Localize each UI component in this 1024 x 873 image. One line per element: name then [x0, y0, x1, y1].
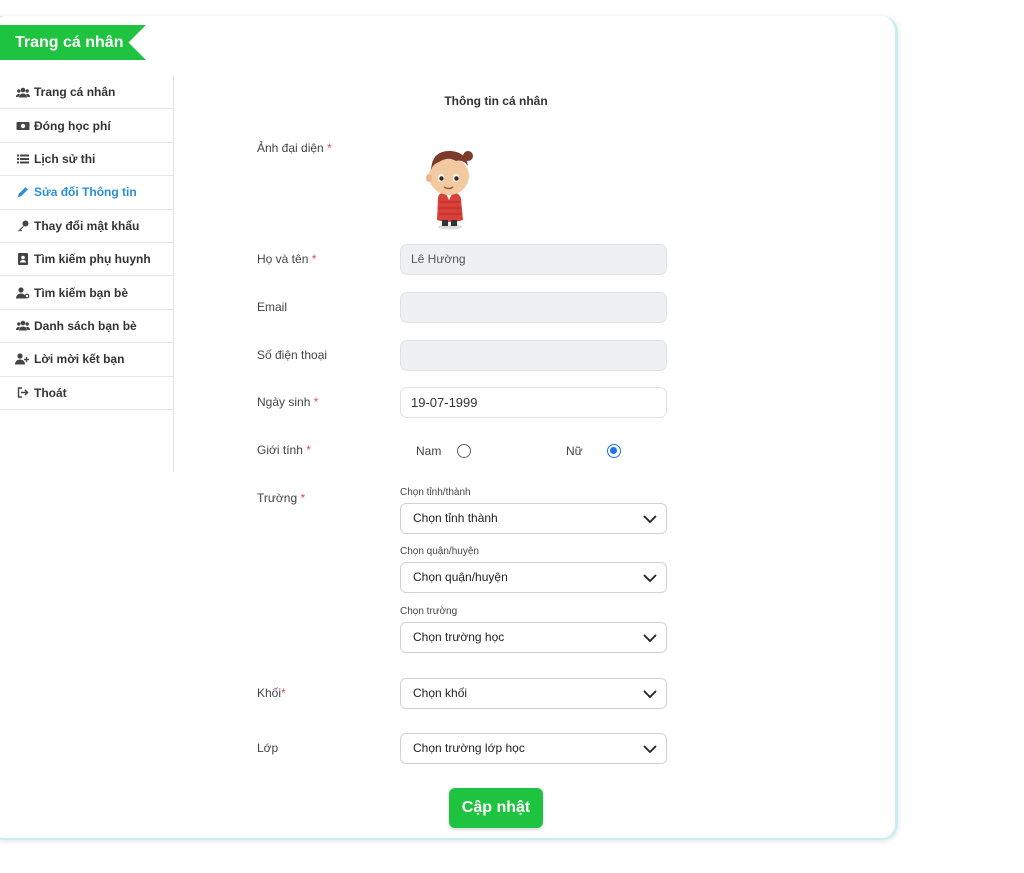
required-mark: * [306, 443, 311, 457]
sidebar-item-label: Tìm kiếm phụ huynh [34, 252, 151, 267]
email-label: Email [257, 300, 288, 314]
name-label: Họ và tên * [257, 252, 317, 266]
sidebar-item-friend-requests[interactable]: Lời mời kết bạn [0, 343, 173, 377]
required-mark: * [281, 686, 286, 700]
update-button[interactable]: Cập nhật [449, 788, 543, 828]
avatar-label: Ảnh đại diện * [257, 141, 332, 155]
grade-label: Khối* [257, 686, 286, 700]
district-label: Chọn quận/huyện [400, 546, 479, 557]
phone-field[interactable] [400, 340, 667, 371]
chevron-down-icon [643, 574, 657, 583]
required-mark: * [311, 252, 317, 266]
sidebar-item-label: Tìm kiếm bạn bè [34, 285, 129, 300]
users-icon [15, 320, 30, 331]
sidebar-item-exam-history[interactable]: Lịch sử thi [0, 143, 173, 177]
province-select-value: Chọn tỉnh thành [413, 511, 498, 525]
phone-label: Số điện thoại [257, 348, 328, 362]
chevron-down-icon [643, 690, 657, 699]
sidebar-item-change-password[interactable]: Thay đổi mật khẩu [0, 210, 173, 243]
sidebar-nav: Trang cá nhân Đóng học phí Lịch sử thi S… [0, 76, 174, 472]
pencil-icon [15, 186, 30, 198]
sidebar-item-logout[interactable]: Thoát [0, 377, 173, 410]
key-icon [15, 220, 30, 232]
sidebar-item-label: Thoát [34, 385, 67, 400]
gender-label: Giới tính * [257, 443, 311, 457]
sidebar-item-label: Đóng học phí [34, 118, 111, 133]
sidebar-item-label: Thay đổi mật khẩu [34, 218, 140, 233]
grade-select-value: Chọn khối [413, 686, 468, 700]
sidebar-item-label: Lịch sử thi [34, 151, 96, 166]
dob-field[interactable]: 19-07-1999 [400, 387, 667, 418]
user-plus-icon [15, 353, 30, 365]
chevron-down-icon [643, 515, 657, 524]
dob-label: Ngày sinh * [257, 395, 319, 409]
district-select-value: Chọn quận/huyện [413, 570, 508, 584]
required-mark: * [327, 141, 332, 155]
sidebar-item-friend-list[interactable]: Danh sách bạn bè [0, 310, 173, 344]
class-select[interactable]: Chọn trường lớp học [400, 733, 667, 764]
page-title-banner: Trang cá nhân [0, 25, 146, 60]
sidebar-item-label: Sửa đổi Thông tin [34, 185, 137, 200]
class-select-value: Chọn trường lớp học [413, 741, 525, 755]
form-title: Thông tin cá nhân [444, 94, 548, 108]
user-search-icon [15, 286, 30, 299]
sidebar-item-label: Lời mời kết bạn [34, 352, 125, 367]
school-select-value: Chọn trường học [413, 630, 505, 644]
name-field[interactable]: Lê Hường [400, 244, 667, 275]
gender-female-radio[interactable] [607, 444, 621, 458]
email-field[interactable] [400, 292, 667, 323]
sidebar-item-label: Danh sách bạn bè [34, 318, 137, 333]
class-label: Lớp [257, 741, 279, 755]
school-select[interactable]: Chọn trường học [400, 622, 667, 653]
required-mark: * [300, 491, 306, 505]
chevron-down-icon [643, 634, 657, 643]
province-select[interactable]: Chọn tỉnh thành [400, 503, 667, 534]
money-icon [15, 121, 30, 131]
list-icon [15, 154, 30, 164]
chevron-down-icon [643, 745, 657, 754]
contact-card-icon [15, 253, 30, 266]
sidebar-item-label: Trang cá nhân [34, 85, 116, 100]
school-label: Trường * [257, 491, 306, 505]
gender-female-label: Nữ [566, 444, 583, 458]
district-select[interactable]: Chọn quận/huyện [400, 562, 667, 593]
users-icon [15, 87, 30, 98]
grade-select[interactable]: Chọn khối [400, 678, 667, 709]
avatar[interactable] [418, 142, 480, 230]
province-label: Chọn tỉnh/thành [400, 487, 471, 498]
required-mark: * [313, 395, 319, 409]
sidebar-item-find-friends[interactable]: Tìm kiếm bạn bè [0, 276, 173, 310]
sidebar-item-profile[interactable]: Trang cá nhân [0, 76, 173, 110]
school-sub-label: Chọn trường [400, 606, 458, 617]
gender-male-label: Nam [416, 444, 442, 458]
gender-male-radio[interactable] [457, 444, 471, 458]
sidebar-item-tuition[interactable]: Đóng học phí [0, 109, 173, 143]
sidebar-item-find-parent[interactable]: Tìm kiếm phụ huynh [0, 243, 173, 277]
sidebar-item-edit-info[interactable]: Sửa đổi Thông tin [0, 176, 173, 210]
sign-out-icon [15, 387, 30, 398]
